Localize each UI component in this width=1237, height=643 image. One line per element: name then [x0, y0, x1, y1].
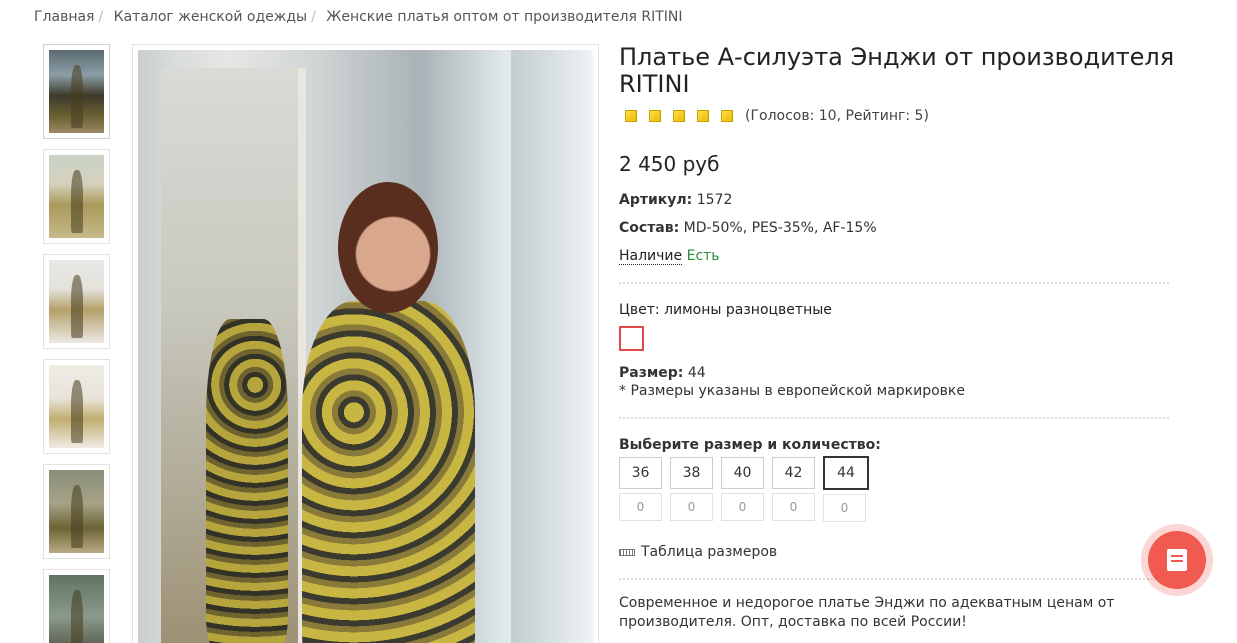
breadcrumb-catalog[interactable]: Каталог женской одежды	[114, 9, 307, 25]
size-value: 44	[687, 365, 706, 381]
size-table-link[interactable]: Таблица размеров	[619, 544, 1179, 560]
size-table-label: Таблица размеров	[641, 544, 778, 560]
ruler-icon	[619, 548, 635, 556]
gallery-thumbnail[interactable]	[43, 569, 110, 643]
breadcrumb-home[interactable]: Главная	[34, 9, 94, 25]
product-description: Современное и недорогое платье Энджи по …	[619, 595, 1115, 630]
breadcrumb-separator: /	[311, 9, 316, 25]
size-button-42[interactable]: 42	[772, 457, 815, 489]
dress-photo-thumb-5	[49, 470, 104, 553]
size-button-40[interactable]: 40	[721, 457, 764, 489]
gallery-thumbnail[interactable]	[43, 44, 110, 139]
floating-action-button[interactable]	[1148, 531, 1206, 589]
dress-photo-thumb-6	[49, 575, 104, 643]
gallery-thumbnail[interactable]	[43, 359, 110, 454]
product-rating: (Голосов: 10, Рейтинг: 5)	[619, 108, 1179, 124]
star-icon[interactable]	[649, 110, 661, 122]
star-icon[interactable]	[673, 110, 685, 122]
color-swatch[interactable]	[619, 326, 644, 351]
gallery-thumbnail[interactable]	[43, 254, 110, 349]
thumbnail-gallery	[43, 44, 111, 643]
article-row: Артикул: 1572	[619, 192, 1179, 208]
composition-label: Состав:	[619, 220, 680, 236]
gallery-thumbnail[interactable]	[43, 149, 110, 244]
article-value: 1572	[696, 192, 733, 208]
size-button-44[interactable]: 44	[823, 456, 869, 490]
composition-row: Состав: MD-50%, PES-35%, AF-15%	[619, 220, 1179, 236]
availability-link[interactable]: Наличие	[619, 248, 683, 265]
product-info: Платье А-силуэта Энджи от производителя …	[619, 44, 1179, 632]
breadcrumb-separator: /	[98, 9, 104, 25]
quantity-input-44[interactable]: 0	[823, 494, 866, 522]
quantity-input-42[interactable]: 0	[772, 493, 815, 521]
dress-photo-thumb-3	[49, 260, 104, 343]
breadcrumb: Главная / Каталог женской одежды / Женские…	[34, 9, 682, 25]
color-label: Цвет:	[619, 302, 660, 318]
size-button-38[interactable]: 38	[670, 457, 713, 489]
product-price: 2 450 руб	[619, 152, 720, 176]
divider	[619, 417, 1169, 419]
document-icon	[1167, 549, 1187, 571]
size-selector: 36 0 38 0 40 0 42 0 44 0	[619, 456, 1179, 522]
size-note: * Размеры указаны в европейской маркиров…	[619, 383, 965, 399]
gallery-thumbnail[interactable]	[43, 464, 110, 559]
divider	[619, 282, 1169, 284]
quantity-input-40[interactable]: 0	[721, 493, 764, 521]
divider	[619, 578, 1169, 580]
size-label: Размер:	[619, 365, 684, 381]
star-icon[interactable]	[625, 110, 637, 122]
dress-photo	[138, 50, 593, 643]
product-title: Платье А-силуэта Энджи от производителя …	[619, 43, 1175, 98]
quantity-input-38[interactable]: 0	[670, 493, 713, 521]
quantity-input-36[interactable]: 0	[619, 493, 662, 521]
main-product-photo[interactable]	[132, 44, 599, 643]
availability-row: Наличие Есть	[619, 248, 1179, 265]
size-button-36[interactable]: 36	[619, 457, 662, 489]
star-icon[interactable]	[721, 110, 733, 122]
dress-photo-thumb-1	[49, 50, 104, 133]
dress-photo-thumb-2	[49, 155, 104, 238]
breadcrumb-current: Женские платья оптом от производителя RI…	[326, 9, 683, 25]
dress-photo-thumb-4	[49, 365, 104, 448]
color-row: Цвет: лимоны разноцветные	[619, 302, 1179, 318]
availability-status: Есть	[686, 248, 720, 264]
size-row: Размер: 44	[619, 365, 1179, 381]
article-label: Артикул:	[619, 192, 693, 208]
composition-value: MD-50%, PES-35%, AF-15%	[683, 220, 877, 236]
choose-size-label: Выберите размер и количество:	[619, 437, 881, 453]
rating-text: (Голосов: 10, Рейтинг: 5)	[745, 108, 929, 124]
color-value: лимоны разноцветные	[664, 302, 832, 318]
star-icon[interactable]	[697, 110, 709, 122]
